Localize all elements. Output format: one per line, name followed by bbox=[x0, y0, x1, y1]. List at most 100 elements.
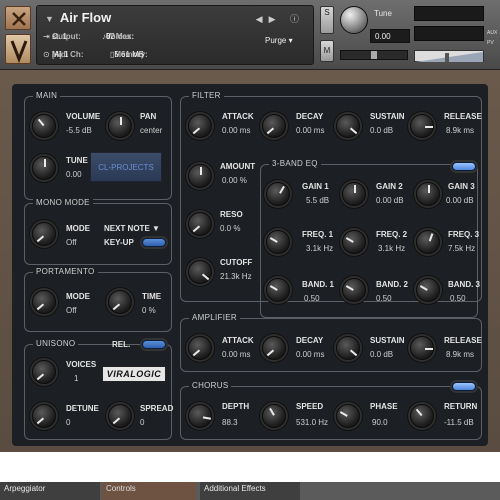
filter-decay-value: 0.00 ms bbox=[296, 126, 325, 135]
max-value[interactable]: 32 bbox=[106, 32, 115, 41]
filter-attack-label: ATTACK bbox=[222, 112, 254, 121]
purge-button[interactable]: Purge ▾ bbox=[265, 36, 293, 45]
instrument-header: ▼ Air Flow ◀▶ ⓘ ⇥ Output: st. 1 ♪ Voices:… bbox=[0, 0, 500, 70]
knob-pointer bbox=[345, 237, 354, 243]
amp-attack-knob[interactable] bbox=[188, 336, 212, 360]
volume-value: -5.5 dB bbox=[66, 126, 92, 135]
portamento-rel-toggle[interactable] bbox=[142, 340, 166, 349]
volume-knob[interactable] bbox=[32, 114, 56, 138]
tab-arpeggiator[interactable]: Arpeggiator bbox=[0, 482, 100, 500]
instrument-options-button[interactable] bbox=[5, 34, 31, 64]
eq-freq1-value: 3.1k Hz bbox=[306, 244, 334, 253]
spread-knob[interactable] bbox=[108, 404, 132, 428]
filter-decay-knob[interactable] bbox=[262, 114, 286, 138]
knob-pointer bbox=[201, 273, 210, 281]
close-instrument-button[interactable] bbox=[5, 6, 31, 30]
eq-band3-knob[interactable] bbox=[416, 278, 440, 302]
solo-button[interactable]: S bbox=[320, 6, 334, 34]
eq-band1-knob[interactable] bbox=[266, 278, 290, 302]
instrument-name[interactable]: ▼ Air Flow bbox=[45, 10, 111, 25]
eq-band2-knob[interactable] bbox=[342, 278, 366, 302]
pan-knob[interactable] bbox=[108, 114, 132, 138]
tune-value[interactable]: 0.00 bbox=[370, 29, 410, 43]
chorus-return-value: -11.5 dB bbox=[444, 418, 474, 427]
eq-gain3-knob[interactable] bbox=[416, 182, 440, 206]
knob-pointer bbox=[36, 373, 45, 381]
filter-release-knob[interactable] bbox=[410, 114, 434, 138]
chorus-enable-toggle[interactable] bbox=[452, 382, 476, 391]
eq-freq2-value: 3.1k Hz bbox=[378, 244, 406, 253]
portamento-time-knob[interactable] bbox=[108, 290, 132, 314]
knob-pointer bbox=[428, 233, 434, 242]
tune-knob[interactable] bbox=[340, 6, 368, 34]
eq-gain2-knob[interactable] bbox=[342, 182, 366, 206]
chorus-return-knob[interactable] bbox=[410, 404, 434, 428]
amplifier-section: AMPLIFIER bbox=[180, 313, 482, 372]
chorus-phase-knob[interactable] bbox=[336, 404, 360, 428]
solo-label: S bbox=[324, 8, 330, 17]
volume-slider[interactable] bbox=[414, 50, 484, 62]
output-value[interactable]: st. 1 bbox=[52, 32, 67, 41]
pan-slider[interactable] bbox=[340, 50, 408, 60]
eq-gain1-knob[interactable] bbox=[266, 182, 290, 206]
filter-cutoff-label: CUTOFF bbox=[220, 258, 253, 267]
instrument-nav-arrows[interactable]: ◀▶ ⓘ bbox=[256, 12, 305, 25]
knob-pointer bbox=[428, 185, 430, 193]
key-up-toggle[interactable] bbox=[142, 238, 166, 247]
detune-label: DETUNE bbox=[66, 404, 99, 413]
amp-sustain-knob[interactable] bbox=[336, 336, 360, 360]
knob-pointer bbox=[419, 285, 428, 291]
unisono-voices-value: 1 bbox=[74, 374, 79, 383]
midi-value[interactable]: [A] 1 bbox=[52, 50, 68, 59]
midi-row[interactable]: ⊙ Midi Ch: [A] 1 ▯ Memory: 5.61 MB bbox=[43, 50, 148, 59]
unisono-voices-knob[interactable] bbox=[32, 360, 56, 384]
amp-decay-label: DECAY bbox=[296, 336, 324, 345]
level-meter-right bbox=[414, 26, 484, 41]
eq-enable-toggle[interactable] bbox=[452, 162, 476, 171]
portamento-rel-label: REL. bbox=[112, 340, 131, 349]
pan-slider-handle[interactable] bbox=[371, 51, 377, 59]
filter-sustain-value: 0.0 dB bbox=[370, 126, 394, 135]
pv-button[interactable]: PV bbox=[487, 40, 494, 46]
filter-attack-knob[interactable] bbox=[188, 114, 212, 138]
amp-sustain-value: 0.0 dB bbox=[370, 350, 394, 359]
instrument-info-panel: ▼ Air Flow ◀▶ ⓘ ⇥ Output: st. 1 ♪ Voices:… bbox=[36, 5, 314, 65]
amp-attack-value: 0.00 ms bbox=[222, 350, 251, 359]
eq-band3-label: BAND. 3 bbox=[448, 280, 481, 289]
filter-reso-knob[interactable] bbox=[188, 212, 212, 236]
tune-knob-main[interactable] bbox=[32, 156, 56, 180]
filter-amount-knob[interactable] bbox=[188, 164, 212, 188]
filter-sustain-label: SUSTAIN bbox=[370, 112, 405, 121]
detune-knob[interactable] bbox=[32, 404, 56, 428]
amp-release-knob[interactable] bbox=[410, 336, 434, 360]
filter-sustain-knob[interactable] bbox=[336, 114, 360, 138]
knob-pointer bbox=[112, 303, 121, 311]
aux-button[interactable]: AUX bbox=[487, 30, 497, 36]
eq-gain3-value: 0.00 dB bbox=[446, 196, 474, 205]
portamento-time-value: 0 % bbox=[142, 306, 156, 315]
pan-value: center bbox=[140, 126, 163, 135]
knob-pointer bbox=[44, 159, 46, 167]
eq-freq3-knob[interactable] bbox=[416, 230, 440, 254]
tab-additional-effects[interactable]: Additional Effects bbox=[200, 482, 300, 500]
eq-freq1-knob[interactable] bbox=[266, 230, 290, 254]
mono-mode-knob[interactable] bbox=[32, 222, 56, 246]
tab-controls[interactable]: Controls bbox=[102, 482, 196, 500]
eq-freq2-knob[interactable] bbox=[342, 230, 366, 254]
amp-sustain-label: SUSTAIN bbox=[370, 336, 405, 345]
chorus-phase-value: 90.0 bbox=[372, 418, 388, 427]
knob-pointer bbox=[415, 408, 423, 417]
eq-freq1-label: FREQ. 1 bbox=[302, 230, 334, 239]
amp-decay-knob[interactable] bbox=[262, 336, 286, 360]
mute-button[interactable]: M bbox=[320, 40, 334, 62]
eq-freq2-label: FREQ. 2 bbox=[376, 230, 408, 239]
filter-cutoff-knob[interactable] bbox=[188, 260, 212, 284]
chorus-speed-knob[interactable] bbox=[262, 404, 286, 428]
portamento-mode-knob[interactable] bbox=[32, 290, 56, 314]
eq-gain2-label: GAIN 2 bbox=[376, 182, 403, 191]
instrument-name-text: Air Flow bbox=[59, 10, 112, 25]
next-note-dropdown[interactable]: NEXT NOTE ▼ bbox=[104, 224, 160, 233]
output-row[interactable]: ⇥ Output: st. 1 ♪ Voices: 0 Max: 32 bbox=[43, 32, 134, 41]
filter-amount-value: 0.00 % bbox=[222, 176, 247, 185]
chorus-depth-knob[interactable] bbox=[188, 404, 212, 428]
